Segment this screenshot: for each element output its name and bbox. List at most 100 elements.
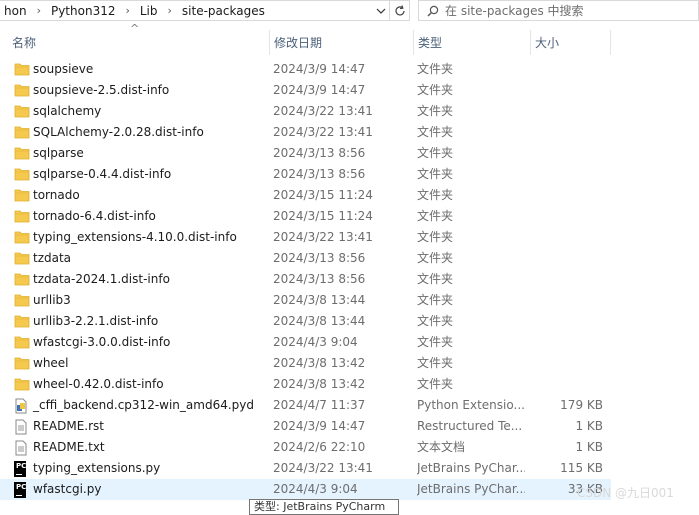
file-date: 2024/3/8 13:44	[273, 293, 366, 307]
file-name-cell[interactable]: typing_extensions-4.10.0.dist-info	[14, 227, 269, 248]
file-size	[530, 206, 603, 227]
file-row[interactable]: sqlparse-0.4.4.dist-info 2024/3/13 8:56 文件…	[0, 164, 611, 185]
file-name-cell[interactable]: urllib3	[14, 290, 269, 311]
file-date: 2024/3/13 8:56	[273, 272, 366, 286]
file-name: README.txt	[33, 440, 105, 454]
pycharm-file-icon: PC	[14, 460, 30, 477]
address-bar[interactable]: hon › Python312 › Lib › site-packages	[0, 0, 390, 21]
file-date: 2024/3/15 11:24	[273, 188, 373, 202]
breadcrumb-lib[interactable]: Lib	[136, 4, 162, 18]
file-name: sqlparse-0.4.4.dist-info	[33, 167, 172, 181]
file-name-cell[interactable]: tornado-6.4.dist-info	[14, 206, 269, 227]
file-size	[530, 59, 603, 80]
file-row[interactable]: soupsieve-2.5.dist-info 2024/3/9 14:47 文件夹	[0, 80, 611, 101]
file-row[interactable]: PC typing_extensions.py 2024/3/22 13:41 Jet…	[0, 458, 611, 479]
file-row[interactable]: urllib3-2.2.1.dist-info 2024/3/8 13:44 文件夹	[0, 311, 611, 332]
folder-icon	[14, 251, 30, 267]
file-name-cell[interactable]: sqlparse	[14, 143, 269, 164]
file-name: wheel-0.42.0.dist-info	[33, 377, 164, 391]
file-size: 179 KB	[560, 398, 603, 412]
file-row[interactable]: tornado 2024/3/15 11:24 文件夹	[0, 185, 611, 206]
file-name-cell[interactable]: README.rst	[14, 416, 269, 437]
file-size: 115 KB	[560, 461, 603, 475]
file-size	[530, 332, 603, 353]
file-name-cell[interactable]: soupsieve-2.5.dist-info	[14, 80, 269, 101]
file-row[interactable]: sqlalchemy 2024/3/22 13:41 文件夹	[0, 101, 611, 122]
file-name: wheel	[33, 356, 69, 370]
folder-icon	[14, 125, 30, 141]
file-date: 2024/3/8 13:42	[273, 377, 366, 391]
folder-icon	[14, 209, 30, 225]
file-type: 文件夹	[417, 62, 454, 76]
file-row[interactable]: wfastcgi-3.0.0.dist-info 2024/4/3 9:04 文件夹	[0, 332, 611, 353]
refresh-button[interactable]	[390, 0, 410, 21]
search-icon	[427, 5, 439, 17]
breadcrumb-python312[interactable]: Python312	[47, 4, 120, 18]
breadcrumb-hon[interactable]: hon	[0, 4, 31, 18]
search-input[interactable]: 在 site-packages 中搜索	[418, 0, 699, 21]
file-name-cell[interactable]: tzdata	[14, 248, 269, 269]
file-row[interactable]: SQLAlchemy-2.0.28.dist-info 2024/3/22 13:…	[0, 122, 611, 143]
file-row[interactable]: soupsieve 2024/3/9 14:47 文件夹	[0, 59, 611, 80]
file-date: 2024/3/13 8:56	[273, 251, 366, 265]
file-name-cell[interactable]: tornado	[14, 185, 269, 206]
file-date: 2024/2/6 22:10	[273, 440, 366, 454]
file-name-cell[interactable]: tzdata-2024.1.dist-info	[14, 269, 269, 290]
file-row[interactable]: wheel 2024/3/8 13:42 文件夹	[0, 353, 611, 374]
file-date: 2024/4/7 11:37	[273, 398, 366, 412]
file-type: JetBrains PyChar...	[417, 482, 525, 496]
file-name-cell[interactable]: _cffi_backend.cp312-win_amd64.pyd	[14, 395, 269, 416]
file-date: 2024/3/22 13:41	[273, 461, 373, 475]
text-file-icon	[14, 440, 30, 456]
file-name-cell[interactable]: PC typing_extensions.py	[14, 458, 269, 479]
file-date: 2024/3/8 13:44	[273, 314, 366, 328]
column-size[interactable]: 大小	[530, 30, 611, 55]
file-name-cell[interactable]: wheel-0.42.0.dist-info	[14, 374, 269, 395]
file-row[interactable]: _cffi_backend.cp312-win_amd64.pyd 2024/4/…	[0, 395, 611, 416]
column-name[interactable]: 名称	[8, 30, 269, 55]
file-name: typing_extensions.py	[33, 461, 161, 475]
file-type: Restructured Te...	[417, 419, 523, 433]
folder-icon	[14, 62, 30, 78]
file-row[interactable]: wheel-0.42.0.dist-info 2024/3/8 13:42 文件夹	[0, 374, 611, 395]
file-row[interactable]: README.rst 2024/3/9 14:47 Restructured Te.…	[0, 416, 611, 437]
file-type: Python Extensio...	[417, 398, 525, 412]
file-name: _cffi_backend.cp312-win_amd64.pyd	[33, 398, 254, 412]
file-name: soupsieve	[33, 62, 94, 76]
file-row[interactable]: typing_extensions-4.10.0.dist-info 2024/3…	[0, 227, 611, 248]
file-name-cell[interactable]: SQLAlchemy-2.0.28.dist-info	[14, 122, 269, 143]
file-name-cell[interactable]: soupsieve	[14, 59, 269, 80]
file-name-cell[interactable]: sqlparse-0.4.4.dist-info	[14, 164, 269, 185]
file-date: 2024/3/8 13:42	[273, 356, 366, 370]
file-date: 2024/3/13 8:56	[273, 167, 366, 181]
breadcrumb-separator-icon: ›	[36, 4, 41, 17]
file-row[interactable]: urllib3 2024/3/8 13:44 文件夹	[0, 290, 611, 311]
column-date[interactable]: 修改日期	[269, 30, 413, 55]
file-size: 1 KB	[575, 440, 603, 454]
file-type: 文件夹	[417, 293, 454, 307]
file-name-cell[interactable]: wheel	[14, 353, 269, 374]
file-name: SQLAlchemy-2.0.28.dist-info	[33, 125, 204, 139]
file-type: 文件夹	[417, 104, 454, 118]
file-name-cell[interactable]: PC wfastcgi.py	[14, 479, 269, 500]
file-name-cell[interactable]: sqlalchemy	[14, 101, 269, 122]
file-row[interactable]: tornado-6.4.dist-info 2024/3/15 11:24 文件夹	[0, 206, 611, 227]
chevron-down-icon[interactable]	[372, 1, 389, 20]
file-name-cell[interactable]: wfastcgi-3.0.0.dist-info	[14, 332, 269, 353]
column-type[interactable]: 类型	[413, 30, 530, 55]
file-row[interactable]: tzdata 2024/3/13 8:56 文件夹	[0, 248, 611, 269]
file-row[interactable]: README.txt 2024/2/6 22:10 文本文档 1 KB	[0, 437, 611, 458]
file-row[interactable]: sqlparse 2024/3/13 8:56 文件夹	[0, 143, 611, 164]
text-file-icon	[14, 419, 30, 435]
file-name-cell[interactable]: README.txt	[14, 437, 269, 458]
file-name: typing_extensions-4.10.0.dist-info	[33, 230, 237, 244]
file-size	[530, 248, 603, 269]
file-date: 2024/3/9 14:47	[273, 62, 366, 76]
file-date: 2024/3/22 13:41	[273, 125, 373, 139]
file-name: wfastcgi-3.0.0.dist-info	[33, 335, 171, 349]
file-row[interactable]: tzdata-2024.1.dist-info 2024/3/13 8:56 文件夹	[0, 269, 611, 290]
folder-icon	[14, 146, 30, 162]
file-name-cell[interactable]: urllib3-2.2.1.dist-info	[14, 311, 269, 332]
breadcrumb-site-packages[interactable]: site-packages	[178, 4, 269, 18]
file-row[interactable]: PC wfastcgi.py 2024/4/3 9:04 JetBrains PyCh…	[0, 479, 611, 500]
